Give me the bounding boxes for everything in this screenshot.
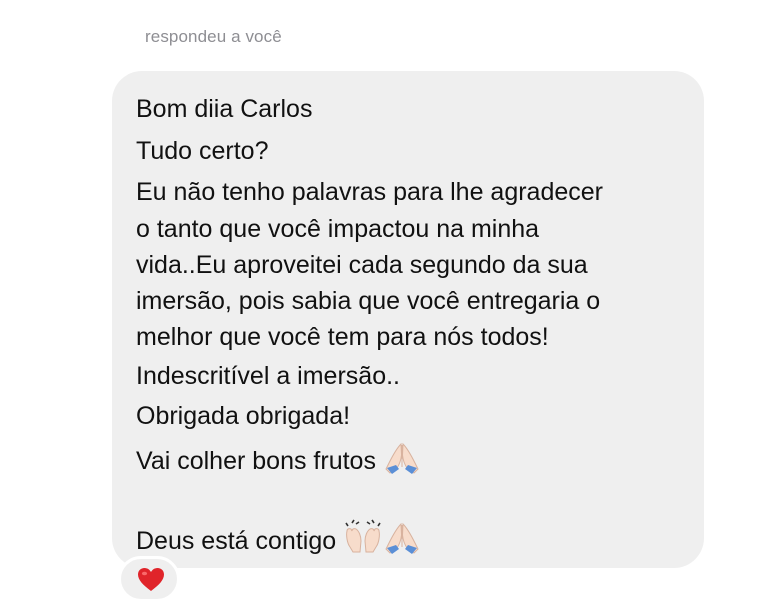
message-text: imersão, pois sabia que você entregaria … [136,287,601,315]
red-heart-icon [138,568,164,591]
message-line: Tudo certo? [136,136,268,166]
folded-hands-icon [384,521,420,562]
message-text: Tudo certo? [136,137,269,165]
message-line: Vai colher bons frutos [136,441,420,482]
message-line: o tanto que você impactou na minha [136,214,539,244]
message-line: Bom diia Carlos [136,94,312,124]
message-text: vida..Eu aproveitei cada segundo da sua [136,251,588,279]
message-line: vida..Eu aproveitei cada segundo da sua [136,250,588,280]
message-text: Obrigada obrigada! [136,402,351,430]
raising-hands-icon [344,519,382,562]
reaction-badge[interactable] [118,556,180,602]
message-text: Eu não tenho palavras para lhe agradecer [136,178,603,206]
message-text: melhor que você tem para nós todos! [136,323,549,351]
folded-hands-icon [384,441,420,482]
message-line: imersão, pois sabia que você entregaria … [136,286,600,316]
message-line: Obrigada obrigada! [136,401,350,431]
message-line: Eu não tenho palavras para lhe agradecer [136,177,603,207]
message-text: Bom diia Carlos [136,95,313,123]
message-text: Vai colher bons frutos [136,447,376,475]
message-line: melhor que você tem para nós todos! [136,322,549,352]
reply-context-label: respondeu a você [145,27,282,46]
message-text: Deus está contigo [136,527,337,555]
message-line: Indescritível a imersão.. [136,361,400,391]
message-text: Indescritível a imersão.. [136,362,400,390]
message-line: Deus está contigo [136,519,420,562]
message-text: o tanto que você impactou na minha [136,215,540,243]
